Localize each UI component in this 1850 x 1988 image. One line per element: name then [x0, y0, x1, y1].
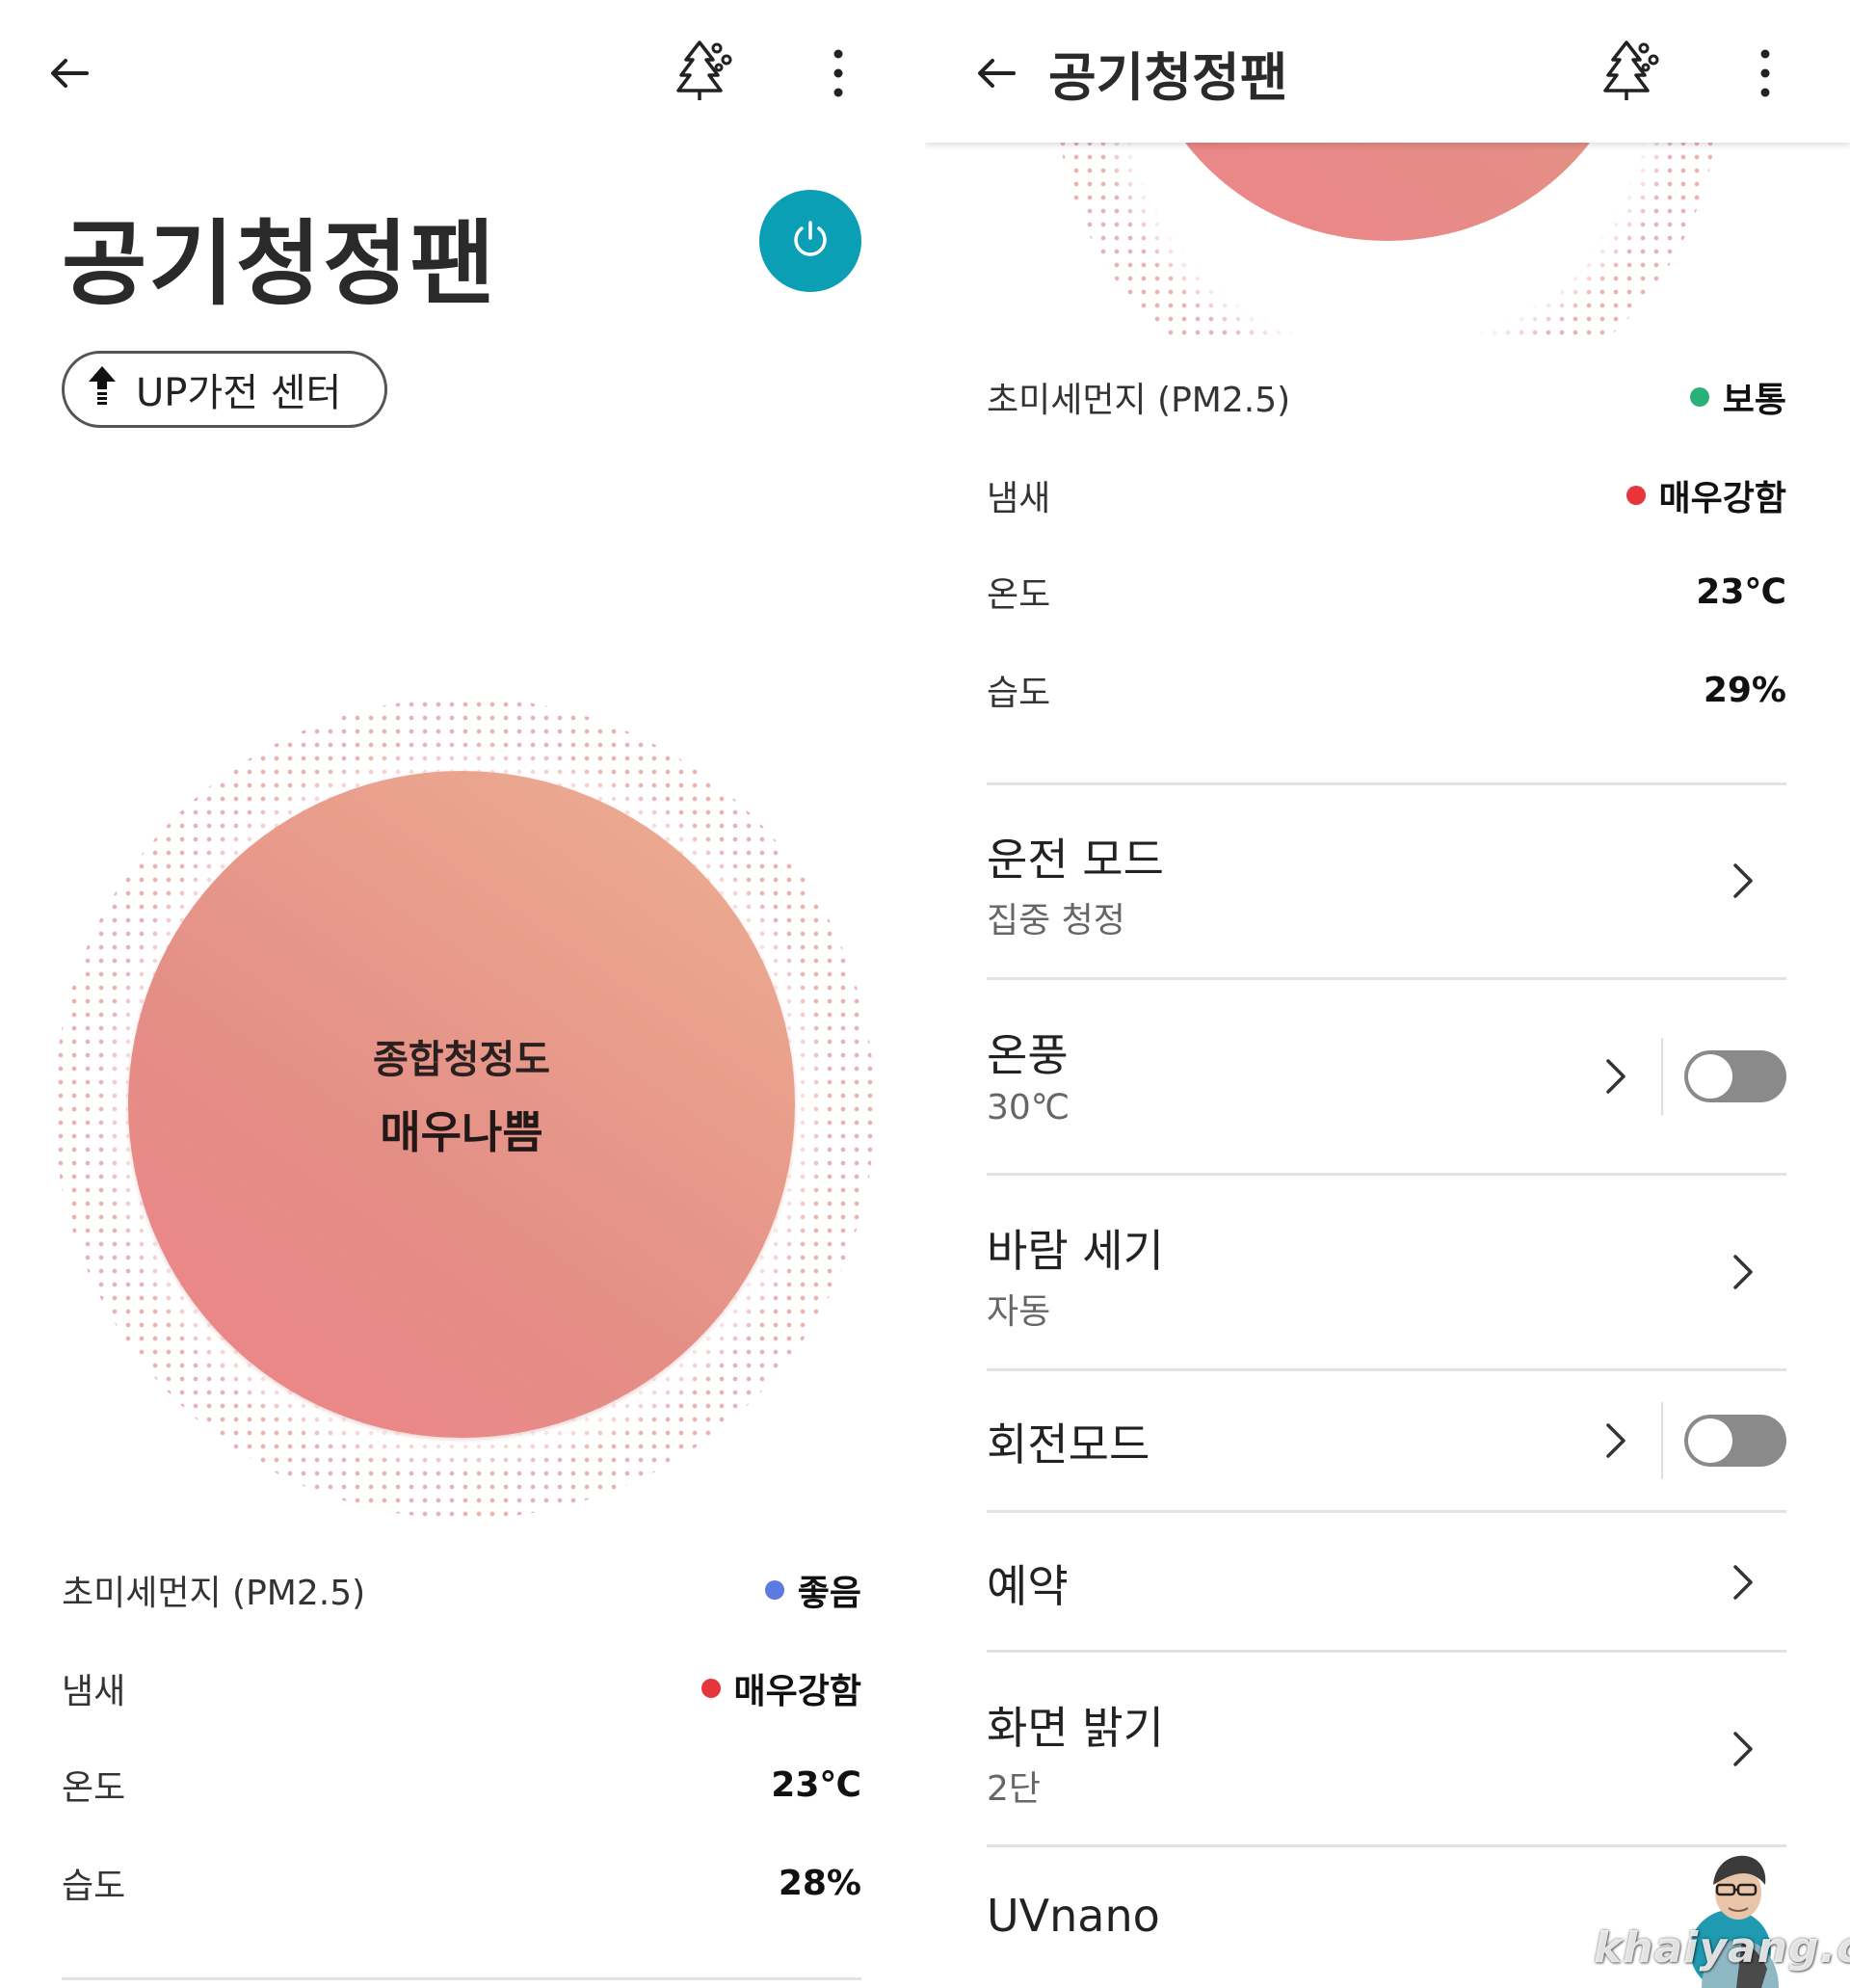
tree-icon[interactable] — [1599, 39, 1663, 102]
stat-value: 23℃ — [771, 1764, 861, 1805]
page-title: 공기청정팬 — [62, 210, 497, 318]
chevron-right-icon — [1733, 1255, 1753, 1289]
menu-item-operation-mode[interactable]: 운전 모드 집중 청정 — [987, 784, 1786, 977]
more-vert-icon[interactable] — [815, 42, 861, 104]
air-quality-circle: 종합청정도 매우나쁨 — [128, 771, 795, 1438]
stat-value: 좋음 — [797, 1574, 861, 1613]
air-quality-circle-partial — [925, 143, 1850, 335]
stat-value: 보통 — [1722, 381, 1786, 420]
up-center-button[interactable]: UP가전 센터 — [62, 351, 387, 428]
stat-row-temperature: 온도 23℃ — [62, 1756, 861, 1814]
stat-label: 냄새 — [987, 479, 1051, 518]
back-arrow-icon[interactable] — [39, 42, 100, 104]
menu-item-title: 화면 밝기 — [987, 1702, 1164, 1754]
menu-item-warm-air[interactable]: 온풍 30℃ — [987, 980, 1786, 1173]
stat-label: 온도 — [987, 575, 1051, 615]
status-dot — [764, 1580, 784, 1600]
warm-air-toggle[interactable] — [1684, 1050, 1786, 1102]
stat-label: 습도 — [62, 1867, 126, 1906]
stat-row-temperature: 온도 23℃ — [987, 563, 1786, 621]
stat-label: 온도 — [62, 1768, 126, 1808]
menu-item-title: 예약 — [987, 1560, 1069, 1612]
up-center-label: UP가전 센터 — [136, 371, 342, 415]
stat-value: 매우강함 — [733, 1672, 861, 1711]
menu-item-subtitle: 30℃ — [987, 1088, 1070, 1127]
rotation-mode-toggle[interactable] — [1684, 1415, 1786, 1467]
stat-label: 습도 — [987, 674, 1051, 713]
chevron-right-icon — [1733, 1732, 1753, 1766]
menu-item-reservation[interactable]: 예약 — [987, 1513, 1786, 1652]
stat-label: 초미세먼지 (PM2.5) — [62, 1574, 366, 1613]
stat-value: 29% — [1703, 670, 1786, 710]
power-button[interactable] — [759, 190, 861, 292]
divider — [62, 1977, 861, 1980]
separator — [1661, 1402, 1663, 1479]
stat-row-humidity: 습도 28% — [62, 1854, 861, 1912]
watermark: khaiyang.com — [1594, 1923, 1850, 1973]
upload-arrow-icon — [86, 364, 119, 414]
right-screen: 공기청정팬 초미세먼지 (PM2.5) 보통 냄새 매우강함 온도 23℃ 습도… — [925, 0, 1850, 1988]
menu-item-subtitle: 집중 청정 — [987, 901, 1125, 941]
tree-icon[interactable] — [673, 39, 736, 102]
chevron-right-icon — [1733, 1565, 1753, 1600]
menu-item-subtitle: 2단 — [987, 1769, 1042, 1809]
menu-item-title: 운전 모드 — [987, 834, 1164, 886]
separator — [1661, 1038, 1663, 1115]
left-screen: 공기청정팬 UP가전 센터 종합청정도 매우나쁨 초미세먼지 (PM2.5) 좋… — [0, 0, 925, 1988]
stat-value: 23℃ — [1696, 571, 1786, 612]
overall-cleanliness-label: 종합청정도 — [373, 1038, 550, 1082]
stat-label: 냄새 — [62, 1672, 126, 1711]
menu-item-subtitle: 자동 — [987, 1292, 1051, 1332]
stat-row-odor: 냄새 매우강함 — [987, 466, 1786, 524]
app-bar-title: 공기청정팬 — [1048, 47, 1288, 108]
menu-item-title: 바람 세기 — [987, 1225, 1164, 1277]
stat-row-pm25: 초미세먼지 (PM2.5) 좋음 — [62, 1561, 861, 1619]
overall-cleanliness-value: 매우나쁨 — [380, 1106, 543, 1158]
chevron-right-icon — [1606, 1423, 1625, 1458]
stat-value: 매우강함 — [1658, 479, 1786, 518]
menu-item-title: 온풍 — [987, 1029, 1069, 1081]
status-dot — [1625, 486, 1646, 505]
menu-item-screen-brightness[interactable]: 화면 밝기 2단 — [987, 1653, 1786, 1845]
menu-item-rotation-mode[interactable]: 회전모드 — [987, 1371, 1786, 1510]
status-dot — [700, 1679, 721, 1698]
menu-item-wind-strength[interactable]: 바람 세기 자동 — [987, 1176, 1786, 1368]
menu-item-title: 회전모드 — [987, 1418, 1150, 1471]
chevron-right-icon — [1733, 863, 1753, 898]
stat-value: 28% — [778, 1863, 861, 1903]
power-icon — [789, 218, 832, 264]
more-vert-icon[interactable] — [1742, 42, 1788, 104]
status-dot — [1689, 387, 1709, 407]
stat-label: 초미세먼지 (PM2.5) — [987, 381, 1291, 420]
chevron-right-icon — [1606, 1059, 1625, 1094]
top-app-bar: 공기청정팬 — [925, 0, 1850, 143]
stat-row-pm25: 초미세먼지 (PM2.5) 보통 — [987, 368, 1786, 426]
menu-item-title: UVnano — [987, 1890, 1160, 1942]
stat-row-odor: 냄새 매우강함 — [62, 1659, 861, 1717]
stat-row-humidity: 습도 29% — [987, 661, 1786, 719]
back-arrow-icon[interactable] — [965, 42, 1027, 104]
